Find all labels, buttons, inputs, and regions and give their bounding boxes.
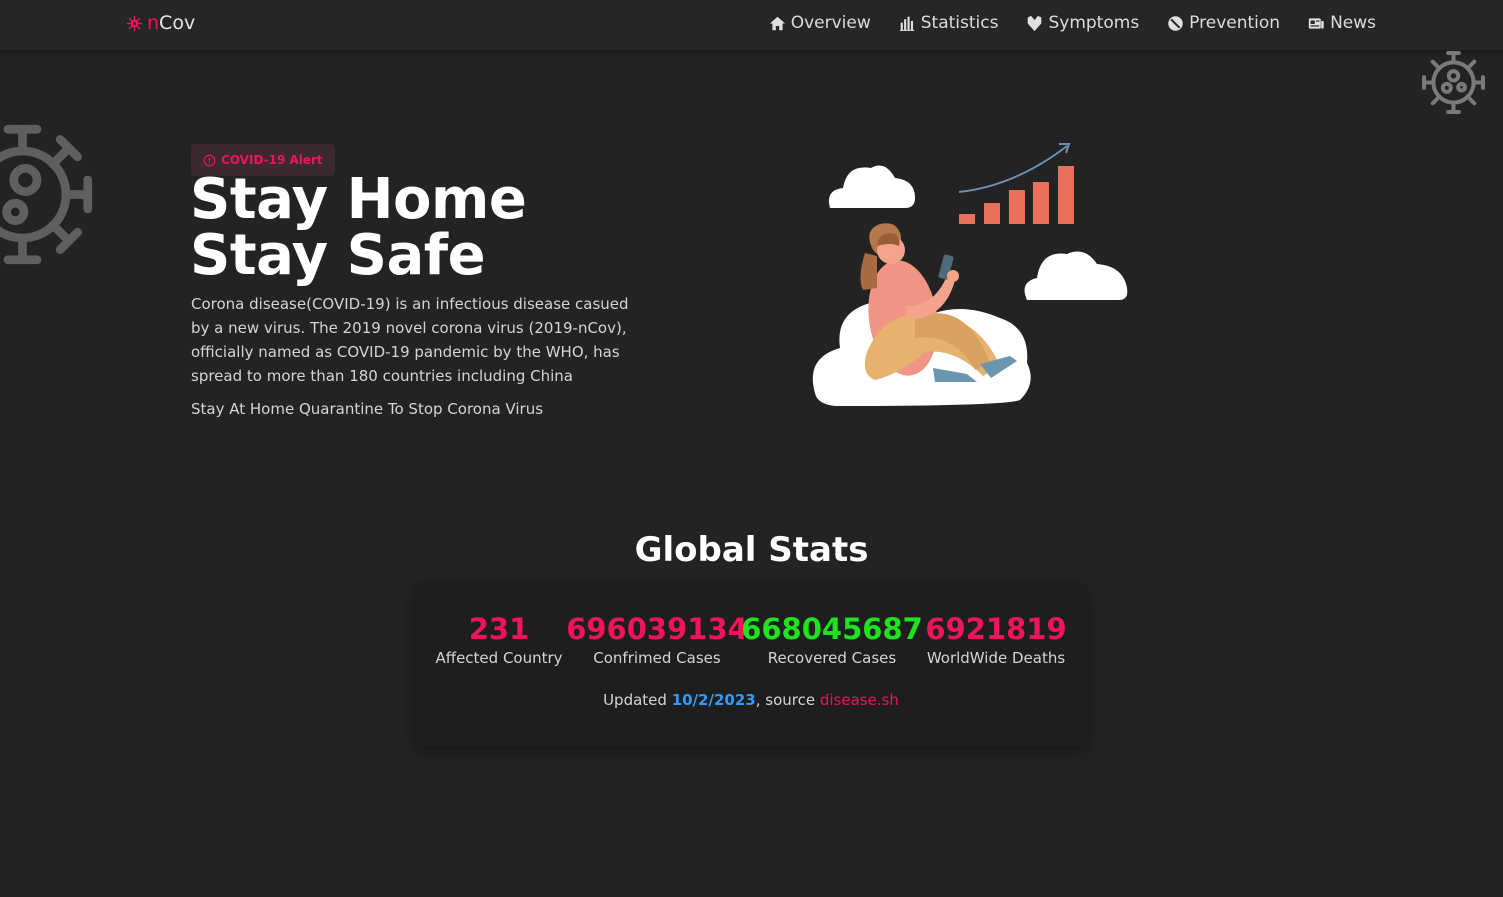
brand-logo[interactable]: n Cov	[126, 12, 195, 34]
symptoms-icon	[1028, 15, 1042, 31]
nav-item-label: Prevention	[1189, 13, 1281, 33]
hero-description: Corona disease(COVID-19) is an infectiou…	[191, 295, 629, 385]
nav-item-label: Symptoms	[1048, 13, 1140, 33]
bar-chart-icon	[899, 16, 915, 31]
updated-line: Updated 10/2/2023, source disease.sh	[415, 691, 1087, 709]
nav-item-label: Overview	[790, 13, 871, 33]
news-icon	[1308, 17, 1324, 29]
source-link[interactable]: disease.sh	[820, 691, 899, 709]
stat-recovered-cases: 668045687 Recovered Cases	[741, 611, 923, 669]
brand-name-suffix: Cov	[159, 12, 196, 34]
alert-icon	[203, 154, 216, 166]
virus-decoration-icon	[1422, 51, 1485, 114]
virus-decoration-icon	[0, 124, 93, 265]
stat-label: WorldWide Deaths	[926, 649, 1066, 667]
virus-icon	[126, 15, 143, 31]
prevention-icon	[1168, 15, 1183, 31]
stat-confirmed-cases: 696039134 Confrimed Cases	[566, 611, 748, 669]
stat-worldwide-deaths: 6921819 WorldWide Deaths	[925, 611, 1066, 669]
updated-prefix: Updated	[603, 691, 672, 709]
stat-value: 6921819	[925, 612, 1067, 646]
nav-menu: Overview Statistics Symptoms Prevention	[769, 13, 1376, 33]
nav-item-news[interactable]: News	[1308, 13, 1376, 33]
nav-item-label: Statistics	[920, 13, 999, 33]
stat-value: 668045687	[741, 612, 923, 646]
stay-home-illustration	[812, 143, 1128, 406]
home-icon	[769, 16, 785, 30]
hero-tagline: Stay At Home Quarantine To Stop Corona V…	[191, 400, 544, 418]
stat-value: 231	[468, 612, 530, 646]
nav-item-statistics[interactable]: Statistics	[899, 13, 999, 33]
updated-date: 10/2/2023	[671, 691, 756, 709]
stat-affected-country: 231 Affected Country	[435, 611, 562, 669]
nav-item-prevention[interactable]: Prevention	[1167, 13, 1280, 33]
stat-label: Affected Country	[435, 649, 563, 667]
nav-item-label: News	[1330, 13, 1376, 33]
nav-item-symptoms[interactable]: Symptoms	[1026, 13, 1139, 33]
hero-title-line1: Stay Home	[190, 167, 527, 232]
nav-item-overview[interactable]: Overview	[769, 13, 871, 33]
stat-label: Confrimed Cases	[593, 649, 721, 667]
brand-name-prefix: n	[147, 12, 160, 34]
global-stats-card: 231 Affected Country 696039134 Confrimed…	[415, 583, 1087, 746]
global-stats-title: Global Stats	[634, 530, 869, 570]
source-prefix: , source	[755, 691, 820, 709]
hero-title: Stay Home Stay Safe	[190, 167, 527, 288]
alert-badge-label: COVID-19 Alert	[221, 153, 323, 167]
stat-label: Recovered Cases	[767, 649, 897, 667]
top-navbar: n Cov Overview Statistics Symptoms Preven…	[0, 0, 1503, 50]
hero-title-line2: Stay Safe	[190, 223, 486, 288]
stat-value: 696039134	[566, 612, 748, 646]
